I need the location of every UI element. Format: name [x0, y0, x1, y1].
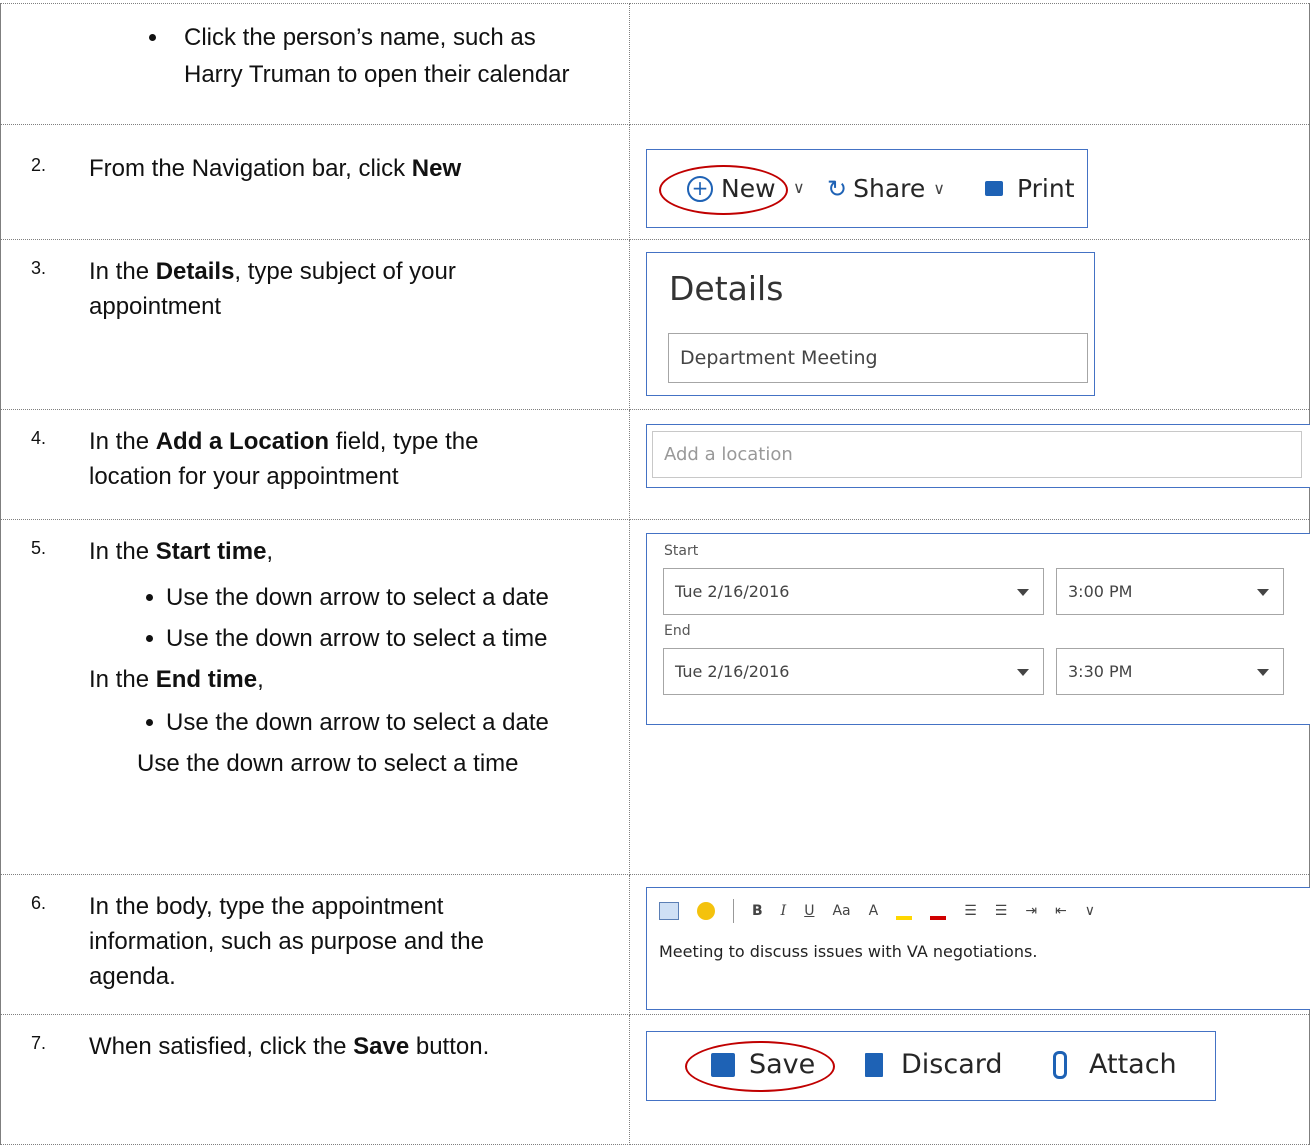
numbering-icon[interactable]: ☰: [995, 903, 1008, 919]
step6-text: In the body, type the appointment inform…: [89, 893, 484, 990]
start-label: Start: [664, 543, 699, 559]
editor-toolbar: B I U Aa A ☰ ☰ ⇥ ⇤ ∨: [659, 896, 1095, 926]
body-editor: B I U Aa A ☰ ☰ ⇥ ⇤ ∨ Meeting to discuss …: [646, 887, 1310, 1010]
step-number: 7.: [31, 1033, 47, 1053]
step5-end-bullets: Use the down arrow to select a date Use …: [137, 709, 549, 777]
font-color-icon[interactable]: [930, 902, 947, 920]
step4-cell: 4. In the Add a Location field, type the…: [0, 409, 630, 520]
step-number: 5.: [31, 538, 47, 558]
editor-body[interactable]: Meeting to discuss issues with VA negoti…: [659, 942, 1037, 961]
underline-icon[interactable]: U: [804, 903, 814, 919]
details-panel: Details Department Meeting: [646, 252, 1095, 396]
save-button[interactable]: Save: [711, 1049, 815, 1080]
step5-start-text: In the Start time,: [89, 538, 274, 565]
chevron-down-icon[interactable]: ∨: [1085, 903, 1095, 919]
end-date-select[interactable]: Tue 2/16/2016: [663, 648, 1044, 695]
step3-cell: 3. In the Details, type subject of your …: [0, 239, 630, 410]
emoji-icon[interactable]: [697, 902, 715, 920]
step5-cell: 5. In the Start time, Use the down arrow…: [0, 519, 630, 875]
step2-cell: 2. From the Navigation bar, click New: [0, 124, 630, 240]
font-size-icon[interactable]: Aa: [832, 903, 850, 919]
end-label: End: [664, 623, 691, 639]
discard-button[interactable]: Discard: [865, 1049, 1003, 1080]
step4-image-cell: Add a location: [629, 409, 1310, 520]
save-toolbar: Save Discard Attach: [646, 1031, 1216, 1101]
step3-text: In the Details, type subject of your app…: [89, 258, 456, 320]
dropdown-arrow-icon: [1017, 588, 1029, 596]
step1-image-cell: [629, 3, 1310, 125]
details-heading: Details: [669, 269, 784, 308]
step4-text: In the Add a Location field, type the lo…: [89, 428, 479, 490]
step1-cell: Click the person’s name, such as Harry T…: [0, 3, 630, 125]
location-input[interactable]: Add a location: [652, 431, 1302, 478]
step5-end-text: In the End time,: [89, 666, 264, 693]
share-button[interactable]: ↻ Share ∨: [827, 174, 945, 203]
start-date-select[interactable]: Tue 2/16/2016: [663, 568, 1044, 615]
step2-text: From the Navigation bar, click New: [89, 155, 462, 182]
chevron-down-icon[interactable]: ∨: [793, 178, 805, 197]
new-button[interactable]: + New: [687, 174, 776, 203]
indent-icon[interactable]: ⇥: [1025, 903, 1037, 919]
step2-image-cell: + New ∨ ↻ Share ∨ Print: [629, 124, 1310, 240]
paperclip-icon: [1053, 1050, 1067, 1079]
step-number: 6.: [31, 893, 47, 913]
highlight-icon[interactable]: [896, 902, 913, 920]
dropdown-arrow-icon: [1257, 668, 1269, 676]
step-number: 2.: [31, 155, 47, 175]
step-number: 3.: [31, 258, 47, 278]
bullet-dot-icon: [146, 635, 153, 642]
italic-icon[interactable]: I: [781, 903, 787, 919]
bullet-dot-icon: [146, 594, 153, 601]
share-icon: ↻: [827, 174, 848, 203]
toolbar-divider: [733, 899, 734, 923]
chevron-down-icon: ∨: [933, 179, 945, 198]
time-form: Start Tue 2/16/2016 3:00 PM End Tue 2/16…: [646, 533, 1310, 725]
navigation-toolbar: + New ∨ ↻ Share ∨ Print: [646, 149, 1088, 228]
printer-icon: [985, 181, 1003, 196]
attach-button[interactable]: Attach: [1053, 1049, 1177, 1080]
bold-icon[interactable]: B: [752, 903, 763, 919]
print-button[interactable]: Print: [985, 174, 1075, 203]
insert-picture-icon[interactable]: [659, 902, 679, 920]
step-number: 4.: [31, 428, 47, 448]
outdent-icon[interactable]: ⇤: [1055, 903, 1067, 919]
step3-image-cell: Details Department Meeting: [629, 239, 1310, 410]
end-time-select[interactable]: 3:30 PM: [1056, 648, 1284, 695]
location-box: Add a location: [646, 424, 1310, 488]
step5-start-bullets: Use the down arrow to select a date Use …: [89, 577, 549, 659]
plus-circle-icon: +: [687, 175, 713, 202]
dropdown-arrow-icon: [1257, 588, 1269, 596]
grow-font-icon[interactable]: A: [869, 903, 879, 919]
bullet-dot-icon: [146, 719, 153, 726]
step6-image-cell: B I U Aa A ☰ ☰ ⇥ ⇤ ∨ Meeting to discuss …: [629, 874, 1310, 1015]
subject-input[interactable]: Department Meeting: [668, 333, 1088, 383]
step7-cell: 7. When satisfied, click the Save button…: [0, 1014, 630, 1145]
bullet-dot-icon: [149, 34, 156, 41]
trash-icon: [865, 1052, 883, 1077]
step5-image-cell: Start Tue 2/16/2016 3:00 PM End Tue 2/16…: [629, 519, 1310, 875]
bullets-icon[interactable]: ☰: [964, 903, 977, 919]
dropdown-arrow-icon: [1017, 668, 1029, 676]
steps-table: Click the person’s name, such as Harry T…: [0, 3, 1310, 1145]
step1-bullet: Click the person’s name, such as Harry T…: [149, 19, 579, 93]
step6-cell: 6. In the body, type the appointment inf…: [0, 874, 630, 1015]
floppy-disk-icon: [711, 1052, 735, 1077]
step7-image-cell: Save Discard Attach: [629, 1014, 1310, 1145]
start-time-select[interactable]: 3:00 PM: [1056, 568, 1284, 615]
